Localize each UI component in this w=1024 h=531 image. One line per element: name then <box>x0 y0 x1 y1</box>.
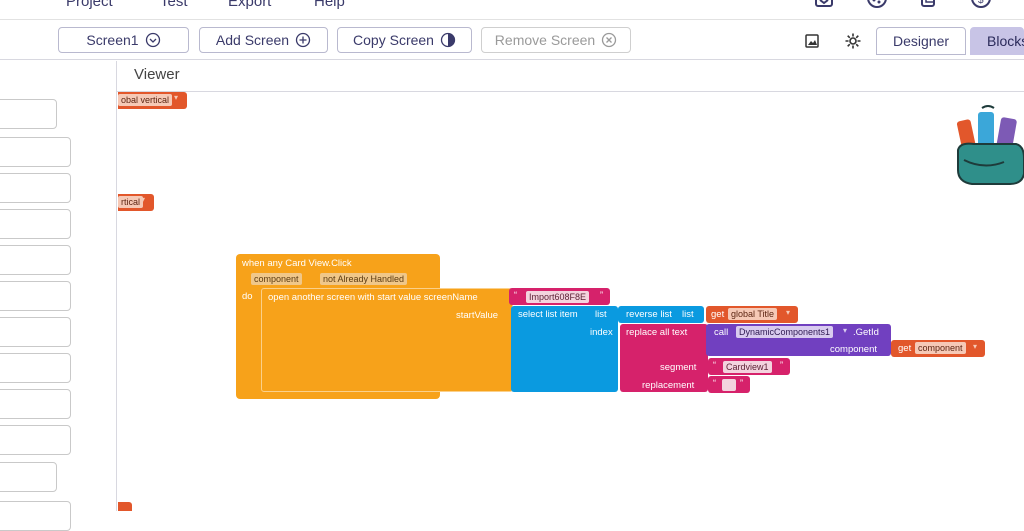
reverse-list-block[interactable]: reverse list list <box>618 306 704 323</box>
copy-screen-button[interactable]: Copy Screen <box>337 27 472 53</box>
event-param-component: component <box>251 273 302 285</box>
screen-select-button[interactable]: Screen1 <box>58 27 189 53</box>
global-vertical-block[interactable]: obal vertical ▾ <box>118 92 187 109</box>
screen-name-text-block[interactable]: “ Import608F8E ” <box>509 288 610 305</box>
get-label: get <box>711 309 725 320</box>
component-variable: component <box>915 342 966 354</box>
quote-open: “ <box>514 290 517 300</box>
vertical-block[interactable]: rtical ▾ <box>118 194 154 211</box>
menu-test[interactable]: Test <box>160 0 188 10</box>
copy-screen-label: Copy Screen <box>353 32 434 48</box>
palette-item[interactable] <box>0 245 71 275</box>
dropdown-arrow-icon: ▾ <box>843 326 848 335</box>
menu-bar: Project Test Export Help $ <box>0 0 1024 20</box>
open-another-screen-block[interactable]: open another screen with start value scr… <box>261 288 513 392</box>
variable-name: obal vertical <box>118 94 173 106</box>
screen-name-value: Import608F8E <box>526 291 590 303</box>
palette-item[interactable] <box>0 462 57 492</box>
select-list-list-label: list <box>595 309 607 320</box>
event-param-not-handled: not Already Handled <box>320 273 408 285</box>
segment-label: segment <box>660 362 697 373</box>
toolbar: Screen1 Add Screen Copy Screen Remove Sc… <box>0 20 1024 60</box>
palette-item[interactable] <box>0 99 57 129</box>
palette-item[interactable] <box>0 317 71 347</box>
palette-item[interactable] <box>0 137 71 167</box>
reverse-list-list-label: list <box>682 309 694 320</box>
screen-select-label: Screen1 <box>86 32 139 48</box>
designer-button[interactable]: Designer <box>876 27 966 55</box>
event-header: when any Card View.Click <box>242 258 352 269</box>
call-component-label: component <box>830 344 878 355</box>
replacement-text-block[interactable]: “ ” <box>708 376 750 393</box>
chevron-down-icon <box>145 32 160 48</box>
quote-open: “ <box>713 378 716 388</box>
dropdown-arrow-icon: ▾ <box>141 195 146 204</box>
palette-item[interactable] <box>0 425 71 455</box>
reverse-list-text: reverse list <box>626 309 672 320</box>
quote-close: ” <box>780 360 783 370</box>
replace-all-text: replace all text <box>626 327 688 338</box>
menu-help[interactable]: Help <box>314 0 345 10</box>
blocks-button[interactable]: Blocks <box>970 27 1024 55</box>
blocks-label: Blocks <box>987 33 1024 49</box>
call-label: call <box>714 327 729 338</box>
copy-icon[interactable] <box>918 0 940 10</box>
get-global-title-block[interactable]: get global Title ▾ <box>706 306 798 323</box>
dynamic-components-selector[interactable]: DynamicComponents1 <box>736 326 834 338</box>
replace-all-text-block[interactable]: replace all text segment replacement <box>620 324 708 392</box>
palette-item[interactable] <box>0 353 71 383</box>
add-screen-label: Add Screen <box>215 32 290 48</box>
dropdown-arrow-icon: ▾ <box>786 308 791 317</box>
menu-export[interactable]: Export <box>228 0 271 10</box>
palette-item[interactable] <box>0 173 71 203</box>
segment-text-block[interactable]: “ Cardview1 ” <box>708 358 790 375</box>
select-list-index-label: index <box>590 327 613 338</box>
designer-label: Designer <box>893 33 950 49</box>
remove-screen-button[interactable]: Remove Screen <box>481 27 631 53</box>
quote-open: “ <box>713 360 716 370</box>
start-value-label: startValue <box>456 310 499 321</box>
gallery-icon[interactable] <box>814 0 836 10</box>
close-circle-icon <box>602 32 617 48</box>
plus-circle-icon <box>295 32 311 48</box>
replacement-label: replacement <box>642 380 695 391</box>
blocks-workspace[interactable]: obal vertical ▾ rtical ▾ when any Card V… <box>118 92 1024 511</box>
global-title-variable: global Title <box>728 308 778 320</box>
get-label: get <box>898 343 912 354</box>
svg-text:$: $ <box>978 0 984 6</box>
quote-close: ” <box>600 290 603 300</box>
palette-item[interactable] <box>0 389 71 419</box>
blocks-palette <box>0 61 117 531</box>
palette-item[interactable] <box>0 209 71 239</box>
menu-project[interactable]: Project <box>66 0 113 10</box>
gear-icon[interactable] <box>844 32 862 50</box>
copy-screen-icon <box>440 32 456 48</box>
viewer-title: Viewer <box>134 66 180 83</box>
backpack-mascot-icon <box>956 105 1024 185</box>
method-name: .GetId <box>853 327 879 338</box>
remove-screen-label: Remove Screen <box>494 32 596 48</box>
add-screen-button[interactable]: Add Screen <box>199 27 328 53</box>
do-label: do <box>242 291 253 302</box>
image-icon[interactable] <box>803 32 821 50</box>
select-list-text: select list item <box>518 309 578 320</box>
donate-icon[interactable]: $ <box>970 0 992 10</box>
palette-item[interactable] <box>0 281 71 311</box>
quote-close: ” <box>740 378 743 388</box>
partial-block[interactable] <box>118 502 132 511</box>
segment-value: Cardview1 <box>723 361 772 373</box>
palette-icon[interactable] <box>866 0 888 10</box>
replacement-value <box>722 379 736 391</box>
palette-item[interactable] <box>0 501 71 531</box>
get-component-block[interactable]: get component ▾ <box>891 340 985 357</box>
call-get-id-block[interactable]: call DynamicComponents1 ▾ .GetId compone… <box>706 324 891 356</box>
open-screen-text: open another screen with start value scr… <box>268 292 478 303</box>
dropdown-arrow-icon: ▾ <box>174 93 179 102</box>
variable-name: rtical <box>118 196 144 208</box>
select-list-item-block[interactable]: select list item list index <box>511 306 618 392</box>
dropdown-arrow-icon: ▾ <box>973 342 978 351</box>
